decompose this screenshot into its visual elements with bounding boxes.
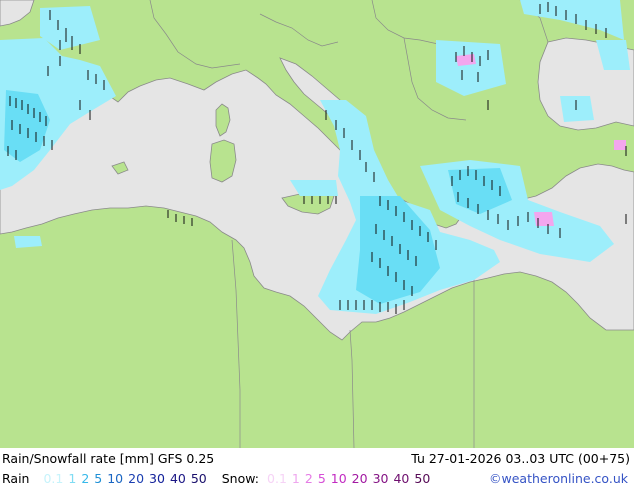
legend-rain-value: 40 <box>169 471 186 486</box>
legend-snow-label: Snow: <box>221 471 260 486</box>
legend-rain-label: Rain <box>2 471 30 486</box>
precipitation-map <box>0 0 634 448</box>
island-sardinia <box>209 139 237 183</box>
legend-rain-value: 1 <box>68 471 77 486</box>
run-timestamp: Tu 27-01-2026 03..03 UTC (00+75) <box>411 451 630 466</box>
legend-snow-value: 2 <box>304 471 313 486</box>
legend-rain-value: 20 <box>128 471 145 486</box>
map-title: Rain/Snowfall rate [mm] GFS 0.25 <box>2 449 214 469</box>
map-title-text: Rain/Snowfall rate [mm] <box>2 451 154 466</box>
legend-snow-value: 40 <box>393 471 410 486</box>
legend-snow-value: 30 <box>372 471 389 486</box>
legend-rain-values: 0.1 1 2 5 10 20 30 40 50 <box>43 469 211 489</box>
legend-snow-value: 5 <box>317 471 326 486</box>
copyright-link[interactable]: ©weatheronline.co.uk <box>489 469 628 489</box>
legend-snow-value: 50 <box>414 471 431 486</box>
legend-rain-value: 30 <box>149 471 165 486</box>
legend-rain-value: 50 <box>190 471 207 486</box>
legend-snow-value: 0.1 <box>267 471 287 486</box>
legend-rain-value: 0.1 <box>43 471 64 486</box>
model-name: GFS 0.25 <box>157 451 215 466</box>
footer-legend-row: Rain 0.1 1 2 5 10 20 30 40 50 Snow: 0.1 1 2 5 10 20 30… <box>0 469 634 489</box>
legend-rain-value: 2 <box>81 471 90 486</box>
legend-rain-value: 5 <box>94 471 103 486</box>
legend: Rain 0.1 1 2 5 10 20 30 40 50 Snow: 0.1 1 2 5 10 20 30… <box>2 469 435 489</box>
footer-title-row: Rain/Snowfall rate [mm] GFS 0.25 Tu 27-0… <box>0 449 634 469</box>
legend-snow-value: 20 <box>351 471 368 486</box>
legend-snow-value: 10 <box>330 471 347 486</box>
legend-rain-value: 10 <box>107 471 124 486</box>
legend-snow-value: 1 <box>291 471 300 486</box>
legend-snow-values: 0.1 1 2 5 10 20 30 40 50 <box>267 469 435 489</box>
